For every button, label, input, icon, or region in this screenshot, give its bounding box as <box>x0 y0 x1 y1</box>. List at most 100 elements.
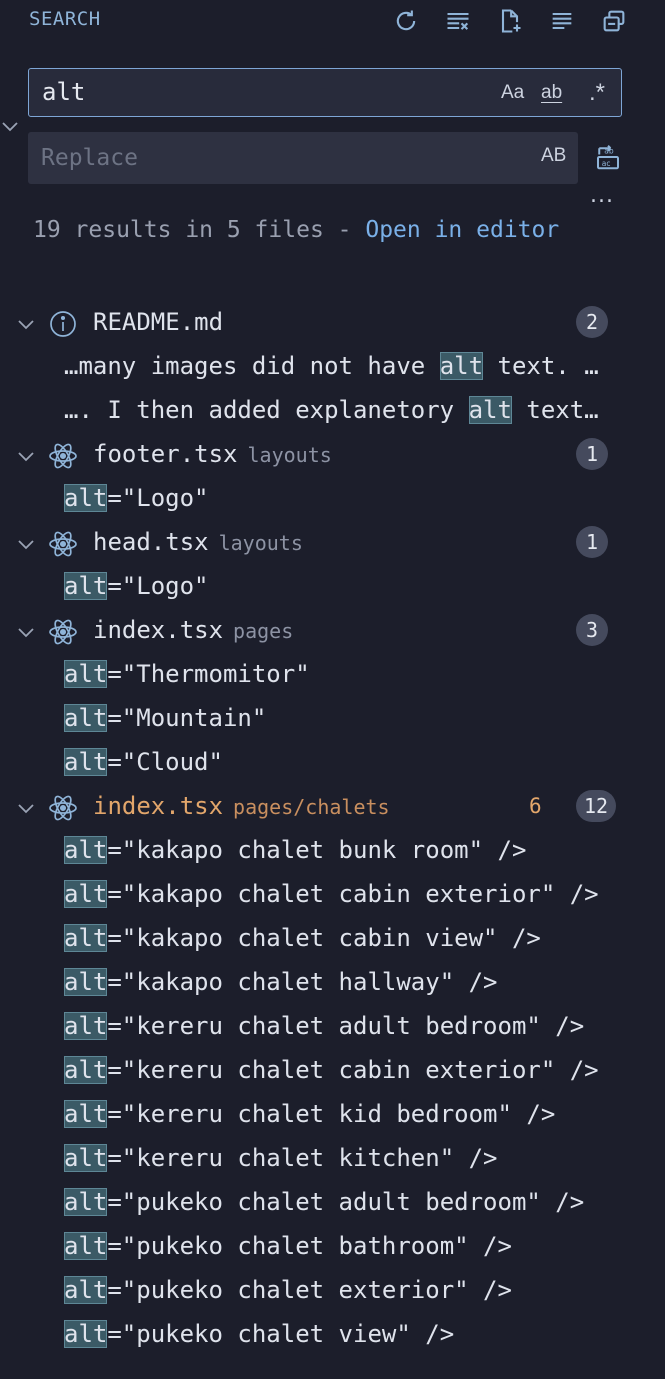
match-text: alt="kakapo chalet cabin exterior" /> <box>64 880 599 908</box>
match-suffix: ="kereru chalet kid bedroom" /> <box>107 1100 556 1128</box>
chevron-down-icon[interactable] <box>16 314 36 334</box>
match-row[interactable]: alt="Cloud" <box>0 742 665 786</box>
match-row[interactable]: alt="Mountain" <box>0 698 665 742</box>
match-count-badge: 1 <box>576 438 608 470</box>
match-suffix: ="Mountain" <box>107 704 267 732</box>
chevron-down-icon[interactable] <box>16 446 36 466</box>
match-suffix: ="kereru chalet adult bedroom" /> <box>107 1012 585 1040</box>
file-row[interactable]: index.tsx pages/chalets 6 12 <box>0 786 665 830</box>
match-row[interactable]: alt="kakapo chalet cabin view" /> <box>0 918 665 962</box>
match-text: alt="kakapo chalet bunk room" /> <box>64 836 526 864</box>
match-row[interactable]: …many images did not have alt text. … <box>0 346 665 390</box>
match-suffix: ="Cloud" <box>107 748 223 776</box>
more-options-icon[interactable]: ... <box>590 183 614 208</box>
match-highlight: alt <box>64 1276 108 1304</box>
file-directory: pages <box>233 619 294 643</box>
preserve-case-toggle[interactable]: AB <box>541 145 566 167</box>
search-input[interactable]: alt Aa ab .* <box>28 68 622 117</box>
match-suffix: ="pukeko chalet bathroom" /> <box>107 1232 512 1260</box>
chevron-down-icon[interactable] <box>16 534 36 554</box>
match-suffix: ="pukeko chalet view" /> <box>107 1320 455 1348</box>
replace-field[interactable]: AB <box>28 132 578 184</box>
match-suffix: text… <box>511 396 599 424</box>
match-row[interactable]: alt="pukeko chalet adult bedroom" /> <box>0 1182 665 1226</box>
file-directory: layouts <box>247 443 332 467</box>
match-row[interactable]: alt="kakapo chalet cabin exterior" /> <box>0 874 665 918</box>
svg-text:ab: ab <box>604 146 614 155</box>
results-count-text: 19 results in 5 files - <box>33 217 366 243</box>
match-row[interactable]: alt="Logo" <box>0 566 665 610</box>
modified-count: 6 <box>529 794 542 818</box>
match-highlight: alt <box>468 396 512 424</box>
match-case-toggle[interactable]: Aa <box>501 79 524 107</box>
match-row[interactable]: alt="kereru chalet kitchen" /> <box>0 1138 665 1182</box>
match-suffix: ="Thermomitor" <box>107 660 310 688</box>
file-name: head.tsx layouts <box>93 528 303 556</box>
replace-input[interactable] <box>41 142 511 174</box>
match-text: …many images did not have alt text. … <box>64 352 599 380</box>
file-row[interactable]: README.md 2 <box>0 302 665 346</box>
match-row[interactable]: alt="pukeko chalet view" /> <box>0 1314 665 1358</box>
chevron-down-icon[interactable] <box>16 798 36 818</box>
match-text: alt="kereru chalet kitchen" /> <box>64 1144 498 1172</box>
open-in-editor-link[interactable]: Open in editor <box>365 217 559 243</box>
chevron-down-icon[interactable] <box>16 622 36 642</box>
refresh-icon[interactable] <box>380 4 432 38</box>
match-text: alt="Mountain" <box>64 704 266 732</box>
file-row[interactable]: index.tsx pages 3 <box>0 610 665 654</box>
match-text: alt="kereru chalet adult bedroom" /> <box>64 1012 584 1040</box>
file-name: index.tsx pages/chalets <box>93 792 390 820</box>
match-suffix: ="kereru chalet cabin exterior" /> <box>107 1056 599 1084</box>
match-highlight: alt <box>64 748 108 776</box>
match-highlight: alt <box>439 352 484 380</box>
file-name: README.md <box>93 308 223 336</box>
match-suffix: ="kakapo chalet cabin view" /> <box>107 924 541 952</box>
match-prefix: …many images did not have <box>64 352 440 380</box>
match-row[interactable]: alt="kakapo chalet bunk room" /> <box>0 830 665 874</box>
view-as-tree-icon[interactable] <box>536 4 588 38</box>
svg-text:ac: ac <box>602 159 611 168</box>
match-row[interactable]: alt="kereru chalet kid bedroom" /> <box>0 1094 665 1138</box>
match-highlight: alt <box>64 484 108 512</box>
match-text: alt="pukeko chalet exterior" /> <box>64 1276 512 1304</box>
match-row[interactable]: alt="Logo" <box>0 478 665 522</box>
match-text: alt="Cloud" <box>64 748 223 776</box>
collapse-all-icon[interactable] <box>588 4 640 38</box>
match-highlight: alt <box>64 704 108 732</box>
file-directory: layouts <box>218 531 303 555</box>
match-suffix: text. … <box>483 352 599 380</box>
match-row[interactable]: alt="kakapo chalet hallway" /> <box>0 962 665 1006</box>
match-count-badge: 3 <box>576 614 608 646</box>
match-suffix: ="Logo" <box>107 484 209 512</box>
replace-all-icon[interactable]: ab ac <box>593 142 625 174</box>
use-regex-toggle[interactable]: .* <box>589 79 605 107</box>
results-summary: 19 results in 5 files - Open in editor <box>33 212 593 248</box>
toggle-replace-chevron-icon[interactable] <box>0 116 20 136</box>
file-row[interactable]: footer.tsx layouts 1 <box>0 434 665 478</box>
match-suffix: ="Logo" <box>107 572 209 600</box>
match-highlight: alt <box>64 1056 108 1084</box>
match-row[interactable]: …. I then added explanetory alt text… <box>0 390 665 434</box>
file-name-text: index.tsx <box>93 616 224 644</box>
match-text: alt="pukeko chalet view" /> <box>64 1320 454 1348</box>
match-row[interactable]: alt="pukeko chalet exterior" /> <box>0 1270 665 1314</box>
match-highlight: alt <box>64 880 108 908</box>
match-whole-word-toggle[interactable]: ab <box>541 79 562 107</box>
clear-results-icon[interactable] <box>432 4 484 38</box>
match-row[interactable]: alt="kereru chalet cabin exterior" /> <box>0 1050 665 1094</box>
match-suffix: ="kakapo chalet hallway" /> <box>107 968 498 996</box>
match-text: alt="Logo" <box>64 572 209 600</box>
match-row[interactable]: alt="kereru chalet adult bedroom" /> <box>0 1006 665 1050</box>
match-highlight: alt <box>64 1144 108 1172</box>
search-query[interactable]: alt <box>42 78 85 106</box>
file-name: index.tsx pages <box>93 616 293 644</box>
match-highlight: alt <box>64 1232 108 1260</box>
match-count-badge: 2 <box>576 306 608 338</box>
match-suffix: ="kakapo chalet cabin exterior" /> <box>107 880 599 908</box>
match-row[interactable]: alt="Thermomitor" <box>0 654 665 698</box>
new-search-editor-icon[interactable] <box>484 4 536 38</box>
file-row[interactable]: head.tsx layouts 1 <box>0 522 665 566</box>
react-icon <box>47 616 79 648</box>
match-text: …. I then added explanetory alt text… <box>64 396 599 424</box>
match-row[interactable]: alt="pukeko chalet bathroom" /> <box>0 1226 665 1270</box>
